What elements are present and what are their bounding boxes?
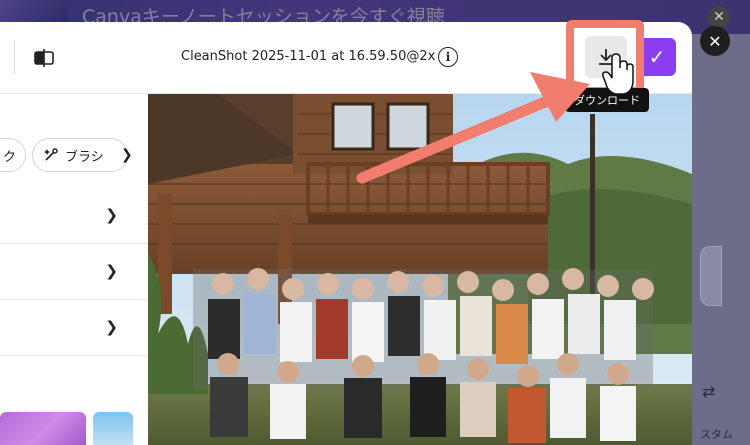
chevron-right-icon: ❯ (105, 318, 118, 336)
banner-close-icon[interactable]: ✕ (708, 6, 730, 28)
preset-thumbnail[interactable] (0, 412, 86, 445)
compare-icon[interactable] (34, 49, 54, 67)
sidebar-option-row[interactable]: ❯ (0, 188, 148, 244)
chevron-right-icon: ❯ (105, 206, 118, 224)
photo-image (148, 94, 692, 445)
info-icon[interactable]: i (438, 47, 458, 67)
close-modal-icon[interactable]: ✕ (700, 26, 730, 56)
header-divider (14, 40, 15, 74)
magic-brush-icon (44, 148, 58, 161)
background-panel-label: スタム (700, 428, 733, 441)
sidebar-option-row[interactable]: ❯ (0, 244, 148, 300)
edited-photo (148, 94, 692, 445)
sidebar-option-row[interactable]: ❯ (0, 300, 148, 356)
download-tooltip: ダウンロード (565, 88, 649, 112)
edit-sidebar: ク ブラシ ❯ ❯ ❯ ❯ (0, 94, 148, 445)
transform-icon: ⇄ (702, 382, 716, 401)
chip-label: ク (3, 149, 17, 165)
brush-tool-chip[interactable]: ブラシ (32, 138, 128, 172)
chevron-right-icon: ❯ (105, 262, 118, 280)
file-name: CleanShot 2025-11-01 at 16.59.50@2x (181, 49, 436, 64)
check-icon: ✓ (648, 45, 666, 69)
preset-thumbnail[interactable] (93, 412, 133, 445)
highlight-annotation (566, 20, 644, 95)
chip-label: ブラシ (65, 149, 104, 165)
tool-chip-partial[interactable]: ク (0, 138, 26, 172)
chevron-right-icon[interactable]: ❯ (121, 147, 133, 163)
background-card (700, 246, 722, 306)
